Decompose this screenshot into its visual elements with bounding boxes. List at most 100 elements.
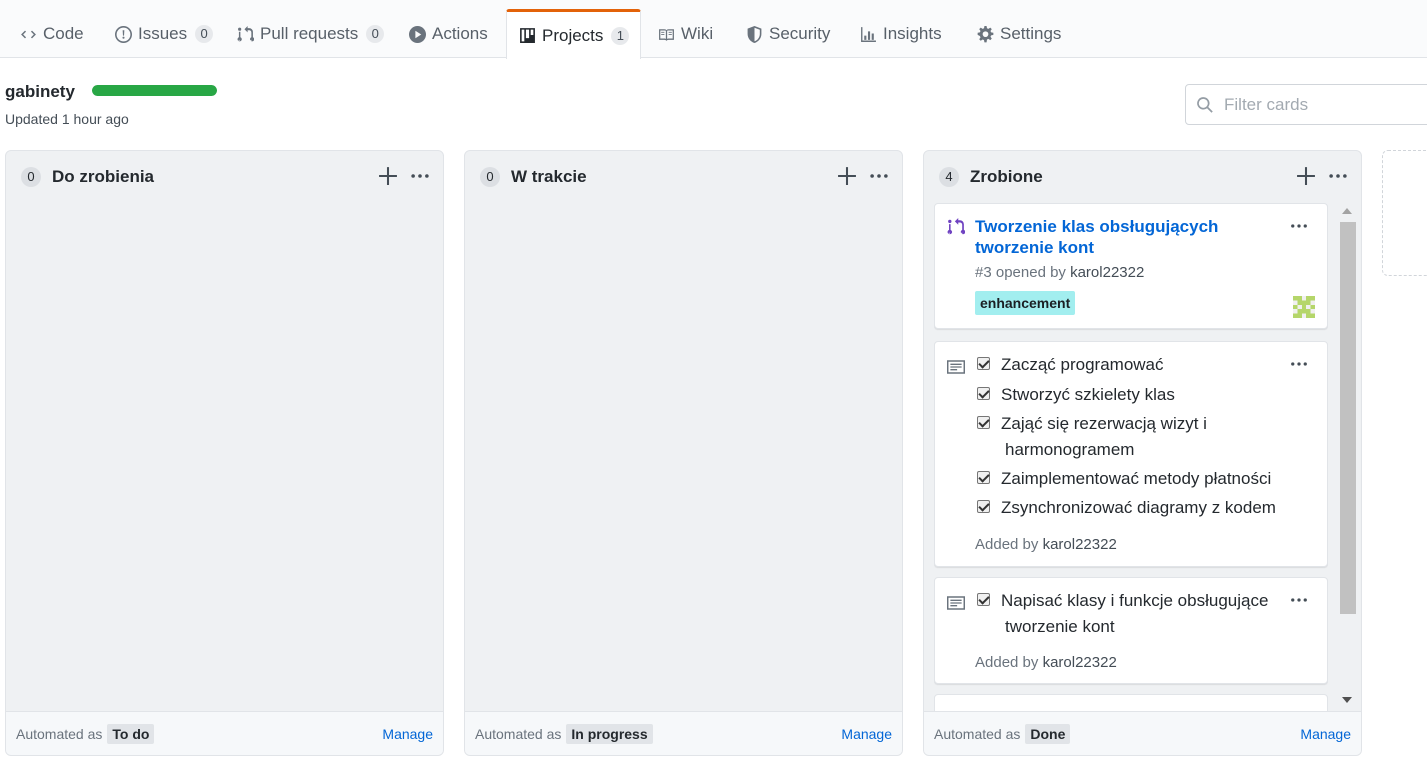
kebab-horizontal-icon [1291,598,1307,602]
plus-icon [1297,167,1315,185]
tab-label: Security [769,24,831,43]
issue-number[interactable]: #3 opened by [975,264,1066,281]
column-header: 0 Do zrobienia [6,151,443,203]
tab-issues[interactable]: Issues 0 [103,10,225,58]
task-checkbox[interactable] [977,471,990,484]
task-checkbox[interactable] [977,357,990,370]
column-card-count: 4 [939,167,959,187]
automated-label: Automated as [934,725,1021,742]
tab-label: Insights [883,24,942,43]
search-icon [1197,96,1213,113]
tab-security[interactable]: Security [734,10,842,58]
tab-actions[interactable]: Actions [397,10,500,58]
note-added-by: Added by karol22322 [975,654,1117,671]
tab-pull-requests[interactable]: Pull requests 0 [225,10,396,58]
issues-count: 0 [195,25,214,43]
card-menu-button[interactable] [1289,590,1309,610]
task-checkbox[interactable] [977,387,990,400]
card-menu-button[interactable] [1289,354,1309,374]
label-enhancement[interactable]: enhancement [975,291,1076,315]
note-icon [947,358,965,376]
automated-label: Automated as [475,725,562,742]
issue-card[interactable]: Tworzenie klas obsługujących tworzenie k… [934,203,1328,329]
repo-nav: Code Issues 0 Pull requests 0 Actions Pr… [0,0,1427,59]
column-header: 0 W trakcie [465,151,902,203]
kebab-horizontal-icon [411,174,429,178]
project-name: gabinety [5,82,75,101]
avatar[interactable] [1293,296,1315,318]
manage-automation-link[interactable]: Manage [841,726,892,742]
note-icon [947,594,965,612]
column-menu-button[interactable] [868,165,890,187]
task-text: Zaimplementować metody płatności [1001,469,1272,488]
add-column-button[interactable] [1382,150,1427,276]
project-icon [520,28,535,43]
task-text: Zacząć programować [1001,355,1164,374]
add-card-button[interactable] [1295,165,1317,187]
task-checkbox[interactable] [977,500,990,513]
tab-projects[interactable]: Projects 1 [506,9,641,59]
tab-settings[interactable]: Settings [965,10,1073,58]
issue-title-link[interactable]: Tworzenie klas obsługujących tworzenie k… [975,216,1275,258]
column-zrobione: 4 Zrobione Tworzenie klas obsługujących … [923,150,1362,756]
scroll-up-arrow[interactable] [1342,208,1352,214]
column-card-count: 0 [480,167,500,187]
note-author-link[interactable]: karol22322 [1043,654,1117,671]
kebab-horizontal-icon [1291,362,1307,366]
column-title[interactable]: Zrobione [970,167,1043,187]
cards-scrollbar[interactable] [1338,206,1356,711]
updated-label: Updated [5,111,58,127]
kebab-horizontal-icon [870,174,888,178]
added-by-label: Added by [975,536,1039,553]
task-text: harmonogramem [1005,440,1135,459]
plus-icon [379,167,397,185]
tab-label: Projects [542,25,604,45]
card-menu-button[interactable] [1289,216,1309,236]
column-title[interactable]: W trakcie [511,167,587,187]
scroll-down-arrow[interactable] [1342,697,1352,703]
added-by-label: Added by [975,654,1039,671]
add-card-button[interactable] [377,165,399,187]
filter-cards-input[interactable] [1222,93,1422,116]
manage-automation-link[interactable]: Manage [382,726,433,742]
task-text: Zająć się rezerwacją wizyt i [1001,414,1207,433]
gear-icon [977,25,994,42]
updated-time[interactable]: 1 hour ago [62,111,129,127]
add-card-button[interactable] [836,165,858,187]
shield-icon [747,25,762,43]
project-progress-bar [92,85,217,96]
note-card[interactable]: Zacząć programować Stworzyć szkielety kl… [934,341,1328,567]
automation-badge: In progress [566,723,653,744]
tab-label: Actions [432,24,488,43]
tab-label: Code [43,24,84,43]
tab-label: Pull requests [260,24,359,43]
task-checkbox[interactable] [977,593,990,606]
note-author-link[interactable]: karol22322 [1043,536,1117,553]
issue-author-link[interactable]: karol22322 [1070,264,1144,281]
note-card[interactable]: Napisać klasy i funkcje obsługujące twor… [934,577,1328,684]
task-text: tworzenie kont [1005,617,1115,636]
manage-automation-link[interactable]: Manage [1300,726,1351,742]
column-menu-button[interactable] [409,165,431,187]
note-added-by: Added by karol22322 [975,536,1117,553]
scrollbar-thumb[interactable] [1340,222,1356,614]
projects-count: 1 [611,26,630,45]
task-checkbox[interactable] [977,416,990,429]
column-card-count: 0 [21,167,41,187]
book-icon [659,28,674,41]
column-footer: Automated as In progress Manage [465,711,902,755]
tab-code[interactable]: Code [8,10,96,58]
column-cards[interactable]: Tworzenie klas obsługujących tworzenie k… [934,203,1328,713]
filter-cards[interactable] [1185,84,1427,125]
column-title[interactable]: Do zrobienia [52,167,154,187]
tab-insights[interactable]: Insights [848,10,954,58]
tab-wiki[interactable]: Wiki [646,10,725,58]
kebab-horizontal-icon [1291,224,1307,228]
issue-icon [115,25,132,43]
kebab-horizontal-icon [1329,174,1347,178]
git-pull-request-icon [237,25,254,41]
automated-label: Automated as [16,725,103,742]
tab-label: Settings [1000,24,1062,43]
column-menu-button[interactable] [1327,165,1349,187]
column-footer: Automated as To do Manage [6,711,443,755]
